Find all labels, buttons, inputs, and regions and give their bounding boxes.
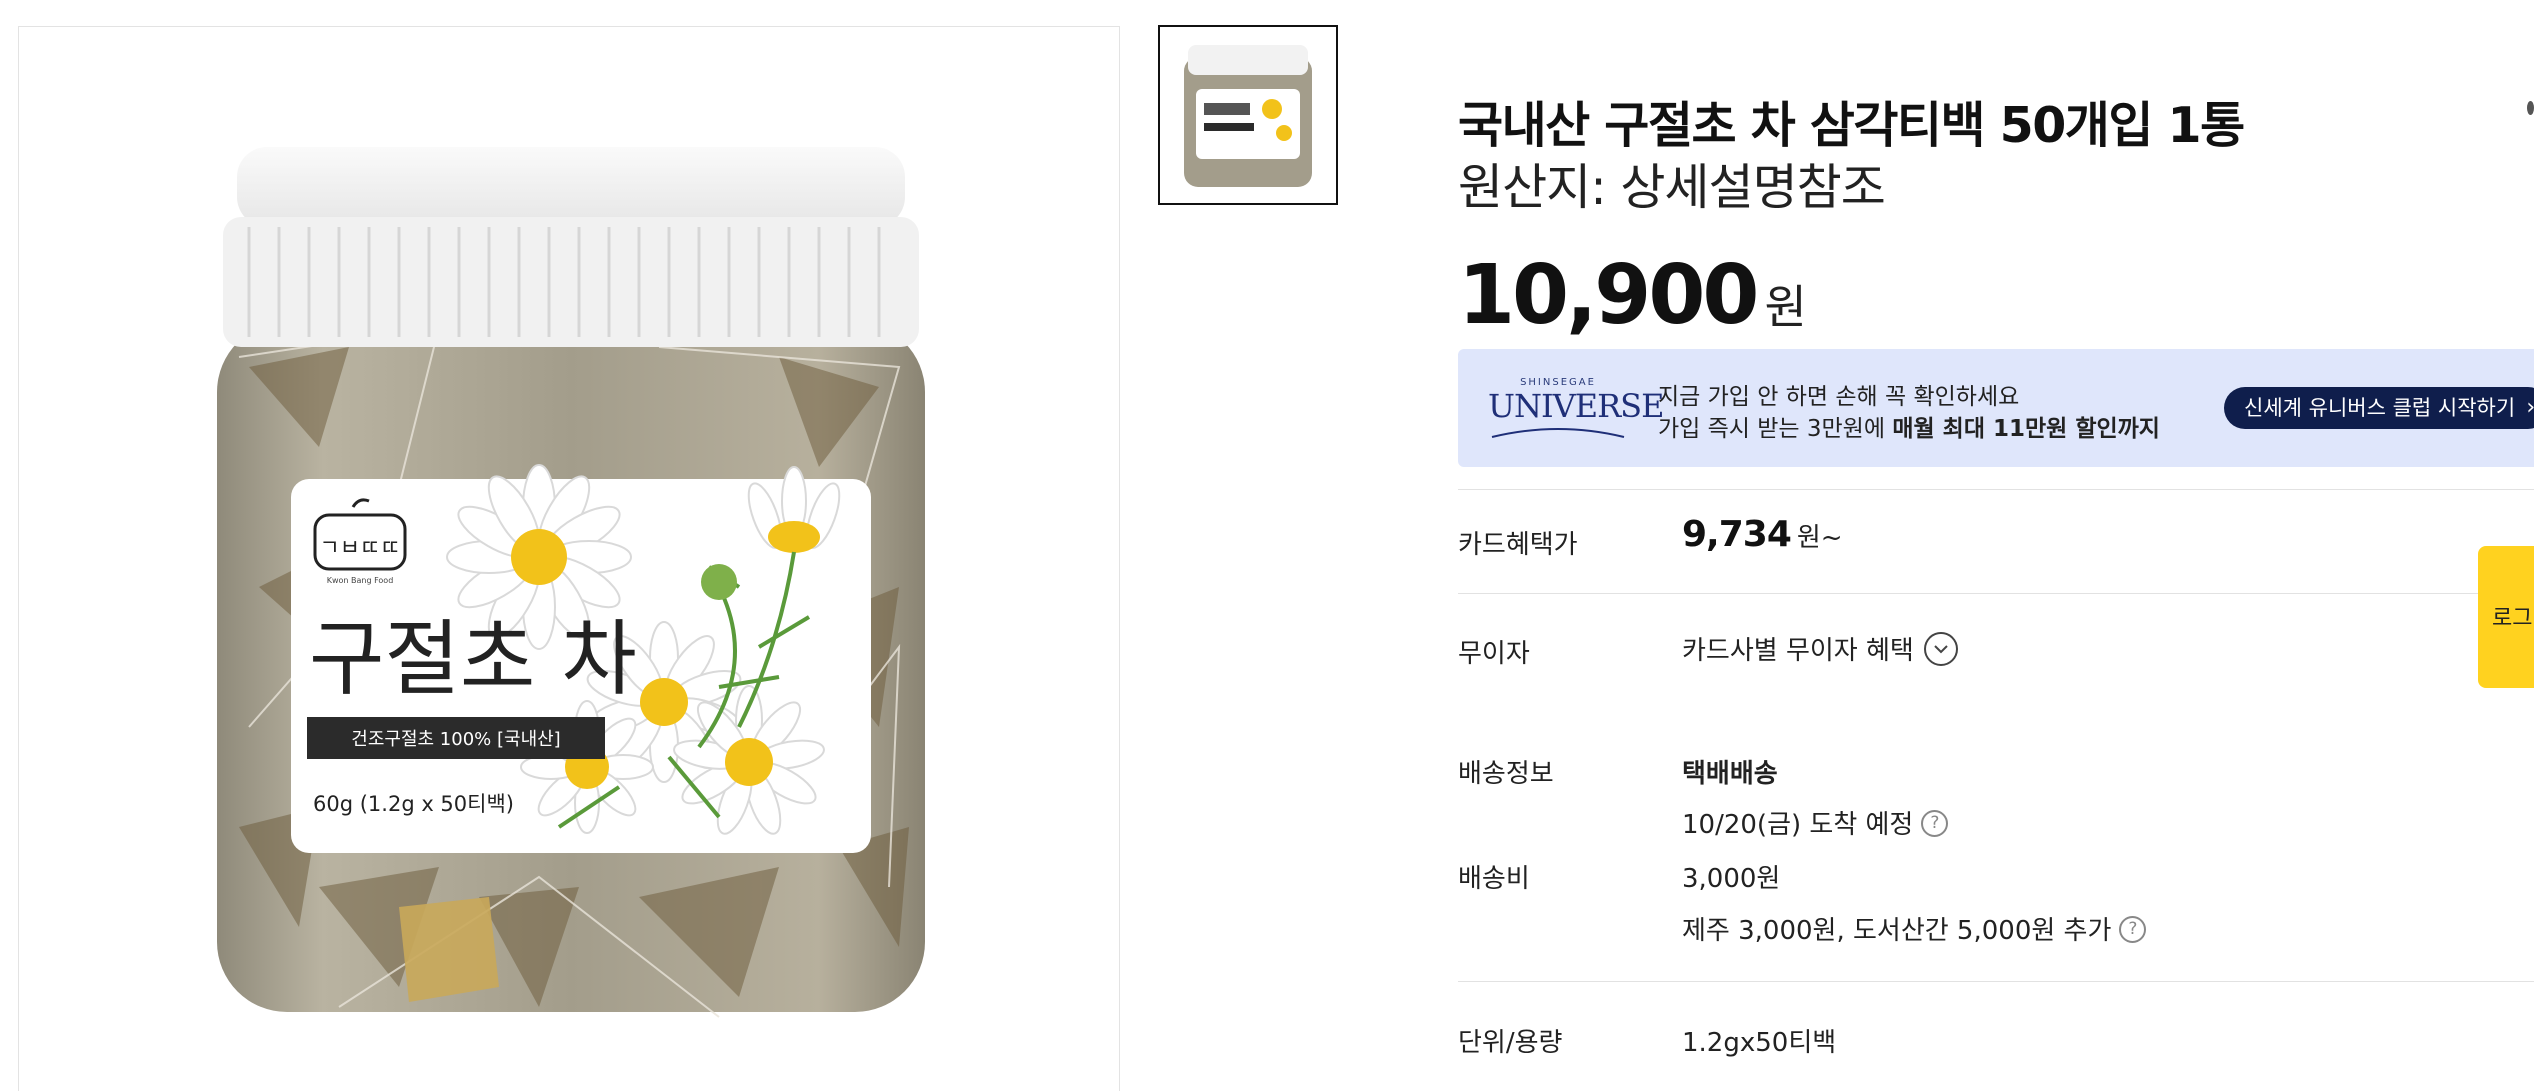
shipping-info-label: 배송정보 xyxy=(1458,759,1554,789)
card-benefit-price: 9,734 원~ xyxy=(1682,514,1843,555)
card-price-number: 9,734 xyxy=(1682,514,1792,555)
product-price: 10,900 원 xyxy=(1458,248,1807,343)
product-origin: 원산지: 상세설명참조 xyxy=(1458,159,1886,216)
login-side-tab-label: 로그 xyxy=(2492,606,2533,631)
promo-line-2-prefix: 가입 즉시 받는 3만원에 xyxy=(1658,416,1893,442)
thumbnail-jar-illustration xyxy=(1184,45,1312,187)
universe-logo-big: UNIVERSE xyxy=(1488,387,1664,425)
shipping-fee-value: 3,000원 xyxy=(1682,864,1781,894)
universe-logo-curve xyxy=(1491,428,1625,438)
product-jar-illustration: ㄱㅂㄸㄸ Kwon Bang Food 구절초 차 건조구절초 100% [국내… xyxy=(217,147,925,1018)
label-weight: 60g (1.2g x 50티백) xyxy=(313,792,514,816)
shipping-fee-label: 배송비 xyxy=(1458,864,1530,894)
divider xyxy=(1458,489,2534,490)
product-title: 국내산 구절초 차 삼각티백 50개입 1통 xyxy=(1458,97,2245,154)
shipping-fee-extra-text: 제주 3,000원, 도서산간 5,000원 추가 xyxy=(1682,916,2112,946)
interest-free-label: 무이자 xyxy=(1458,639,1530,669)
chevron-down-icon[interactable] xyxy=(1923,631,1958,666)
brand-logo-text: ㄱㅂㄸㄸ xyxy=(320,536,401,561)
shipping-eta: 10/20(금) 도착 예정? xyxy=(1682,804,1949,841)
label-product-name: 구절초 차 xyxy=(309,612,637,707)
chevron-right-icon: › xyxy=(2526,387,2534,429)
shipping-fee-extra: 제주 3,000원, 도서산간 5,000원 추가? xyxy=(1682,910,2147,947)
label-banner: 건조구절초 100% [국내산] xyxy=(351,729,560,750)
help-icon[interactable]: ? xyxy=(2119,916,2147,943)
thumbnail-image[interactable] xyxy=(1158,25,1338,205)
divider xyxy=(1458,593,2534,594)
login-side-tab[interactable]: 로그 xyxy=(2478,546,2534,688)
card-price-suffix: 원~ xyxy=(1796,523,1843,553)
promo-line-2: 가입 즉시 받는 3만원에 매월 최대 11만원 할인까지 xyxy=(1658,409,2160,443)
unit-capacity-value: 1.2gx50티백 xyxy=(1682,1028,1837,1058)
promo-line-1: 지금 가입 안 하면 손해 꼭 확인하세요 xyxy=(1658,384,2020,410)
universe-club-start-button[interactable]: 신세계 유니버스 클럽 시작하기 › xyxy=(2224,387,2534,429)
interest-free-text: 카드사별 무이자 혜택 xyxy=(1682,636,1914,666)
universe-logo: SHINSEGAE UNIVERSE xyxy=(1488,377,1664,441)
price-unit: 원 xyxy=(1764,280,1807,334)
partial-icon xyxy=(2527,101,2534,115)
unit-capacity-label: 단위/용량 xyxy=(1458,1028,1563,1058)
promo-line-2-bold: 매월 최대 11만원 할인까지 xyxy=(1892,416,2160,442)
help-icon[interactable]: ? xyxy=(1921,810,1949,837)
interest-free-value[interactable]: 카드사별 무이자 혜택 xyxy=(1682,630,1958,669)
shipping-method: 택배배송 xyxy=(1682,759,1778,789)
membership-promo-banner[interactable]: SHINSEGAE UNIVERSE 지금 가입 안 하면 손해 꼭 확인하세요… xyxy=(1458,349,2534,467)
shipping-eta-text: 10/20(금) 도착 예정 xyxy=(1682,810,1914,840)
product-info-panel: 국내산 구절초 차 삼각티백 50개입 1통 원산지: 상세설명참조 10,90… xyxy=(1458,0,2534,1091)
divider xyxy=(1458,981,2534,982)
brand-logo-sub: Kwon Bang Food xyxy=(327,576,394,585)
main-product-image[interactable]: ㄱㅂㄸㄸ Kwon Bang Food 구절초 차 건조구절초 100% [국내… xyxy=(18,26,1120,1091)
price-amount: 10,900 xyxy=(1458,248,1759,343)
cta-label: 신세계 유니버스 클럽 시작하기 xyxy=(2244,396,2516,420)
card-benefit-label: 카드혜택가 xyxy=(1458,530,1578,560)
